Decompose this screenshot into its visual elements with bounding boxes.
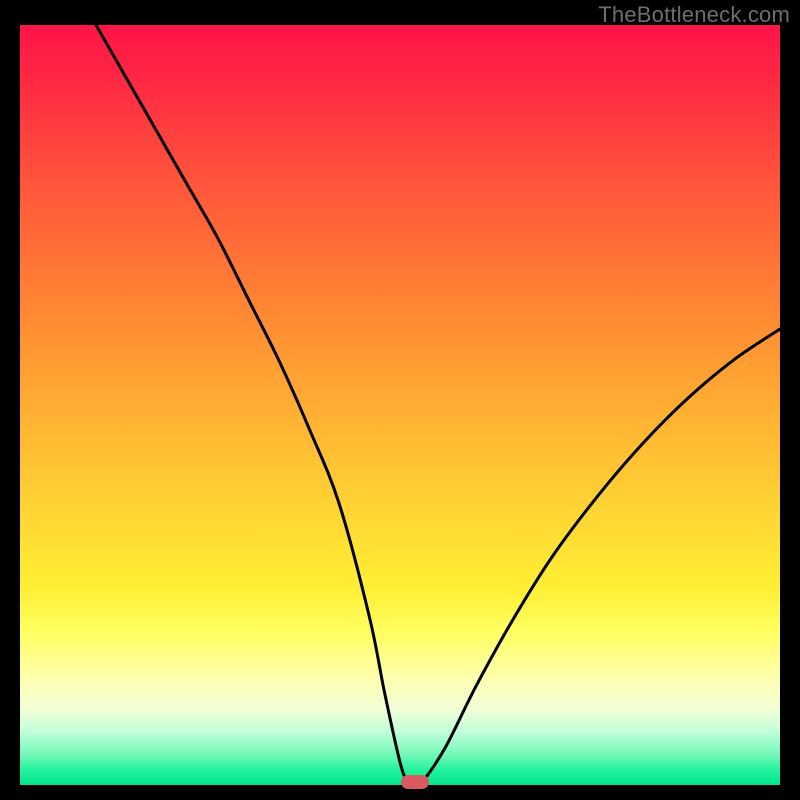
optimal-point-marker [401,775,429,789]
watermark-text: TheBottleneck.com [598,2,790,28]
curve-layer [20,25,780,785]
plot-area [20,25,780,785]
chart-frame: TheBottleneck.com [0,0,800,800]
bottleneck-curve [96,25,780,785]
